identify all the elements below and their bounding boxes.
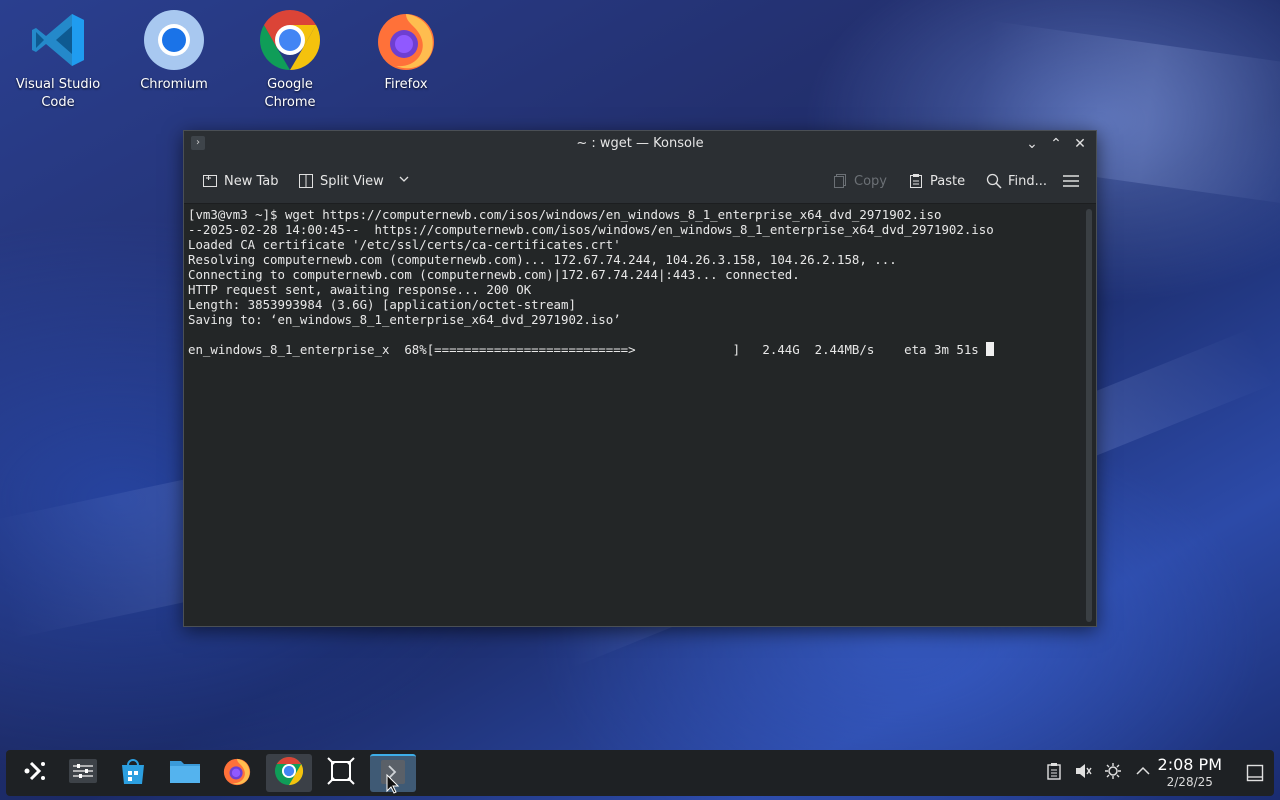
paste-icon [908, 173, 924, 189]
show-desktop-icon [1246, 764, 1264, 786]
app-launcher-button[interactable] [12, 754, 58, 792]
firefox-icon [374, 8, 438, 72]
window-title: ~ : wget — Konsole [576, 136, 704, 151]
copy-button[interactable]: Copy [832, 171, 887, 191]
taskbar-chrome[interactable] [266, 754, 312, 792]
taskbar: 2:08 PM 2/28/25 [6, 750, 1274, 796]
desktop-icon-chromium[interactable]: Chromium [124, 2, 224, 94]
window-titlebar[interactable]: › ~ : wget — Konsole ⌄ ⌃ ✕ [184, 131, 1096, 158]
terminal-scrollbar[interactable] [1086, 209, 1092, 622]
terminal-output[interactable]: [vm3@vm3 ~]$ wget https://computernewb.c… [184, 204, 1080, 626]
chromium-icon [142, 8, 206, 72]
konsole-window[interactable]: › ~ : wget — Konsole ⌄ ⌃ ✕ New Tab Split… [183, 130, 1097, 627]
desktop-icon-label: Firefox [384, 77, 428, 92]
desktop-icon-label: Google Chrome [264, 77, 316, 110]
split-view-icon [298, 173, 314, 189]
terminal-cursor [986, 342, 995, 356]
vscode-icon [26, 8, 90, 72]
chrome-icon [258, 8, 322, 72]
volume-muted-icon[interactable] [1074, 762, 1092, 784]
minimize-button[interactable]: ⌄ [1022, 134, 1042, 154]
find-button[interactable]: Find... [986, 171, 1047, 191]
taskbar-settings[interactable] [60, 754, 106, 792]
terminal-line: Resolving computernewb.com (computernewb… [188, 252, 897, 267]
tray-expand-chevron-up-icon[interactable] [1134, 762, 1152, 784]
taskbar-firefox[interactable] [214, 754, 260, 792]
taskbar-discover[interactable] [110, 754, 156, 792]
maximize-button[interactable]: ⌃ [1046, 134, 1066, 154]
progress-text: en_windows_8_1_enterprise_x 68%[========… [188, 342, 987, 357]
chrome-icon [274, 756, 304, 790]
new-tab-icon [202, 173, 218, 189]
desktop-icon-label: Visual Studio Code [15, 77, 101, 110]
digital-clock[interactable]: 2:08 PM 2/28/25 [1158, 756, 1222, 790]
taskbar-screenshot[interactable] [318, 754, 364, 792]
terminal-line: Loaded CA certificate '/etc/ssl/certs/ca… [188, 237, 621, 252]
konsole-toolbar: New Tab Split View Copy Paste Find... [184, 158, 1096, 204]
terminal-line: Length: 3853993984 (3.6G) [application/o… [188, 297, 576, 312]
progress-line: en_windows_8_1_enterprise_x 68%[========… [188, 342, 1076, 357]
app-launcher-icon [22, 758, 48, 788]
copy-icon [832, 173, 848, 189]
settings-icon [68, 757, 98, 789]
hamburger-menu-icon [1062, 173, 1079, 189]
search-icon [986, 173, 1002, 189]
desktop-icon-vscode[interactable]: Visual Studio Code [8, 2, 108, 112]
desktop-icon-firefox[interactable]: Firefox [356, 2, 456, 94]
show-desktop-button[interactable] [1246, 764, 1264, 786]
screenshot-icon [326, 756, 356, 790]
clock-time: 2:08 PM [1157, 755, 1222, 774]
terminal-line: [vm3@vm3 ~]$ wget https://computernewb.c… [188, 207, 942, 222]
new-tab-label: New Tab [224, 173, 279, 189]
paste-label: Paste [930, 173, 966, 189]
split-view-label: Split View [320, 173, 384, 189]
desktop-icon-label: Chromium [140, 77, 208, 92]
clock-date: 2/28/25 [1166, 775, 1213, 789]
split-view-button[interactable]: Split View [298, 171, 410, 191]
close-button[interactable]: ✕ [1070, 134, 1090, 154]
system-tray [1046, 750, 1152, 796]
mouse-pointer-icon [386, 773, 400, 798]
desktop-icon-chrome[interactable]: Google Chrome [240, 2, 340, 112]
clipboard-icon[interactable] [1046, 762, 1062, 784]
taskbar-file-manager[interactable] [162, 754, 208, 792]
brightness-icon[interactable] [1104, 762, 1122, 784]
find-label: Find... [1008, 173, 1048, 189]
discover-store-icon [118, 756, 148, 790]
chevron-down-icon[interactable] [398, 173, 410, 189]
copy-label: Copy [854, 173, 887, 189]
terminal-line: Saving to: ‘en_windows_8_1_enterprise_x6… [188, 312, 621, 327]
hamburger-menu-button[interactable] [1062, 171, 1079, 191]
firefox-icon [222, 756, 252, 790]
new-tab-button[interactable]: New Tab [202, 171, 279, 191]
terminal-line: HTTP request sent, awaiting response... … [188, 282, 532, 297]
terminal-line: --2025-02-28 14:00:45-- https://computer… [188, 222, 994, 237]
terminal-line: Connecting to computernewb.com (computer… [188, 267, 800, 282]
paste-button[interactable]: Paste [908, 171, 965, 191]
file-manager-icon [169, 757, 201, 789]
